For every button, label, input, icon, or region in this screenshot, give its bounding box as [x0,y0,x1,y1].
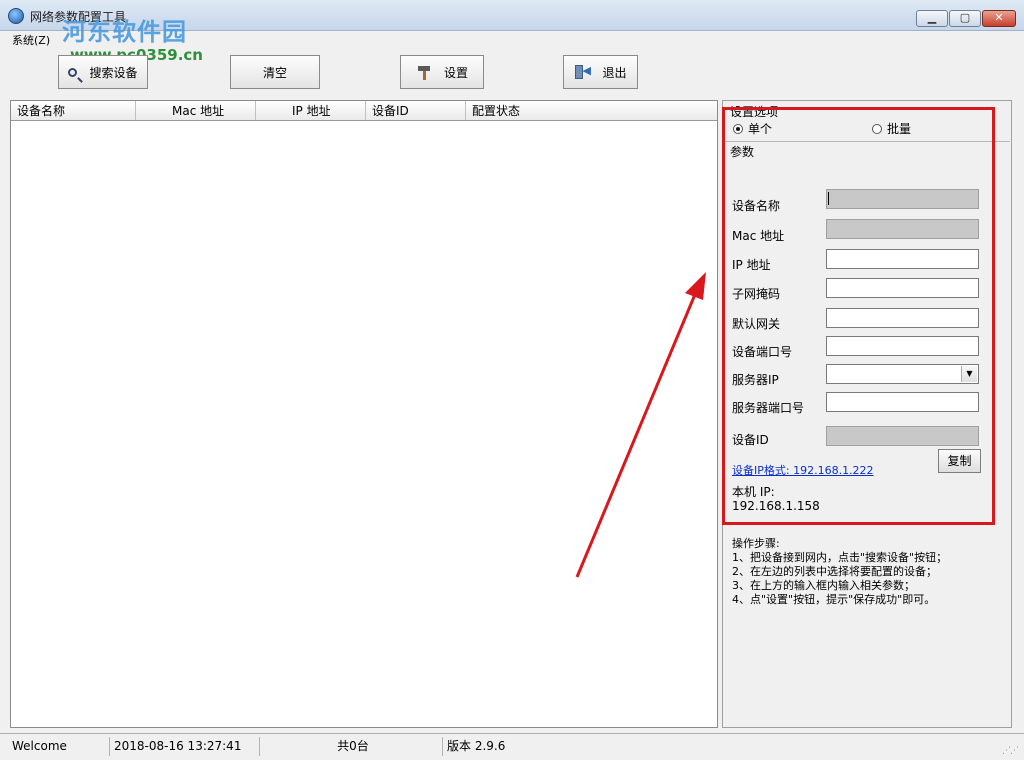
device-name-field[interactable] [826,189,979,209]
separator [724,141,1010,142]
search-devices-button[interactable]: 搜索设备 [58,55,148,89]
instructions: 操作步骤: 1、把设备接到网内，点击"搜索设备"按钮； 2、在左边的列表中选择将… [732,537,947,607]
radio-batch-indicator [872,123,882,134]
settings-options-title: 设置选项 [730,103,781,120]
instructions-title: 操作步骤: [732,537,780,550]
chevron-down-icon[interactable]: ▼ [961,366,977,382]
exit-door-icon [574,64,591,80]
status-welcome: Welcome [8,737,110,756]
resize-grip-icon[interactable]: ⋰⋰ [1002,746,1019,756]
subnet-field[interactable] [826,278,979,298]
device-id-field[interactable] [826,426,979,446]
status-device-count: 共0台 [260,737,443,756]
search-devices-label: 搜索设备 [89,65,138,80]
ip-label: IP 地址 [732,258,771,272]
server-ip-select[interactable]: ▼ [826,364,979,384]
clear-button[interactable]: 清空 [230,55,320,89]
radio-single-label: 单个 [748,122,773,136]
search-icon [68,67,78,77]
gateway-label: 默认网关 [732,317,781,331]
server-port-label: 服务器端口号 [732,401,805,415]
ip-field[interactable] [826,249,979,269]
device-list[interactable]: 设备名称 Mac 地址 IP 地址 设备ID 配置状态 [10,100,718,728]
copy-button[interactable]: 复制 [938,449,981,473]
local-ip-label: 本机 IP: [732,485,775,499]
text-caret [828,192,829,205]
status-version: 版本 2.9.6 [447,739,506,753]
mac-field[interactable] [826,219,979,239]
device-list-header: 设备名称 Mac 地址 IP 地址 设备ID 配置状态 [11,101,717,121]
radio-single[interactable]: 单个 [733,120,772,137]
watermark-logo: 河东软件园 [62,17,187,46]
server-port-field[interactable] [826,392,979,412]
server-ip-label: 服务器IP [732,373,779,387]
set-button[interactable]: 设置 [400,55,484,89]
subnet-label: 子网掩码 [732,287,781,301]
status-bar: Welcome 2018-08-16 13:27:41 共0台 版本 2.9.6… [0,733,1024,760]
app-globe-icon [8,8,24,24]
column-header-device-id[interactable]: 设备ID [366,101,466,120]
device-id-label: 设备ID [732,433,769,447]
mac-label: Mac 地址 [732,229,785,243]
column-header-device-name[interactable]: 设备名称 [11,101,136,120]
instruction-line: 1、把设备接到网内，点击"搜索设备"按钮； [732,551,948,564]
hammer-icon [416,64,432,80]
params-title: 参数 [730,143,757,160]
instruction-line: 2、在左边的列表中选择将要配置的设备； [732,565,937,578]
column-header-mac[interactable]: Mac 地址 [136,101,256,120]
status-datetime: 2018-08-16 13:27:41 [110,737,260,756]
column-header-ip[interactable]: IP 地址 [256,101,366,120]
exit-label: 退出 [602,65,627,80]
close-button[interactable]: ✕ [982,10,1016,27]
menu-system[interactable]: 系统(Z) [12,32,50,48]
maximize-button[interactable]: ▢ [949,10,981,27]
radio-batch[interactable]: 批量 [872,120,911,137]
device-port-label: 设备端口号 [732,345,793,359]
radio-single-indicator [733,123,743,134]
exit-button[interactable]: 退出 [563,55,638,89]
radio-batch-label: 批量 [887,122,912,136]
device-port-field[interactable] [826,336,979,356]
set-label: 设置 [443,65,468,80]
gateway-field[interactable] [826,308,979,328]
minimize-button[interactable]: ▁ [916,10,948,27]
column-header-config-status[interactable]: 配置状态 [466,101,717,120]
instruction-line: 3、在上方的输入框内输入相关参数； [732,579,915,592]
instruction-line: 4、点"设置"按钮，提示"保存成功"即可。 [732,593,936,606]
title-bar: 网络参数配置工具 河东软件园 ▁ ▢ ✕ [0,0,1024,46]
local-ip-value: 192.168.1.158 [732,499,820,513]
device-name-label: 设备名称 [732,199,781,213]
ip-format-link[interactable]: 设备IP格式: 192.168.1.222 [732,462,874,478]
clear-label: 清空 [262,65,287,80]
